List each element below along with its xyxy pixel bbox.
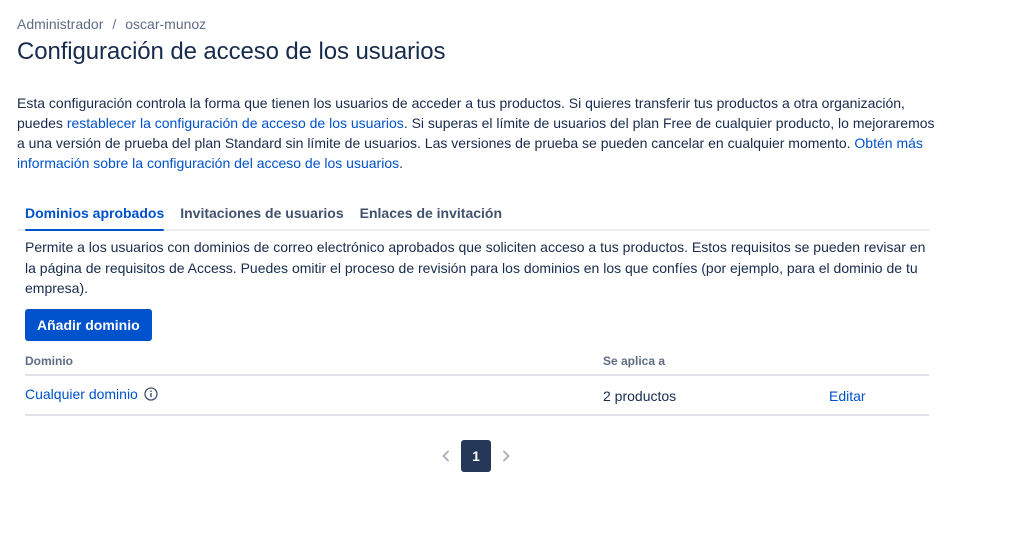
column-header-applies-to[interactable]: Se aplica a: [603, 354, 665, 368]
info-icon[interactable]: [144, 387, 158, 401]
next-page-button[interactable]: [493, 440, 519, 472]
domain-cell: Cualquier dominio: [25, 386, 158, 402]
edit-link[interactable]: Editar: [829, 388, 866, 404]
domain-link[interactable]: Cualquier dominio: [25, 386, 138, 402]
page-button-current[interactable]: 1: [461, 440, 491, 472]
domains-table: Dominio Se aplica a Cualquier dominio 2 …: [25, 350, 929, 416]
add-domain-button[interactable]: Añadir dominio: [25, 309, 152, 341]
breadcrumb: Administrador / oscar-munoz: [17, 16, 206, 32]
tab-description: Permite a los usuarios con dominios de c…: [25, 239, 926, 296]
previous-page-button[interactable]: [433, 440, 459, 472]
intro-paragraph: Esta configuración controla la forma que…: [17, 93, 942, 173]
intro-text-3: .: [399, 155, 403, 171]
pagination: 1: [433, 440, 519, 472]
tab-user-invitations[interactable]: Invitaciones de usuarios: [172, 203, 351, 227]
chevron-right-icon: [503, 450, 510, 462]
breadcrumb-item-organization[interactable]: oscar-munoz: [125, 16, 206, 32]
table-header: Dominio Se aplica a: [25, 350, 929, 376]
applies-to-cell: 2 productos: [603, 388, 677, 404]
tab-invite-links[interactable]: Enlaces de invitación: [352, 203, 510, 227]
column-header-domain[interactable]: Dominio: [25, 354, 73, 368]
table-row: Cualquier dominio 2 productos Editar: [25, 376, 929, 416]
tab-list: Dominios aprobados Invitaciones de usuar…: [17, 203, 929, 231]
breadcrumb-separator: /: [112, 16, 117, 32]
reset-access-settings-link[interactable]: restablecer la configuración de acceso d…: [67, 115, 404, 131]
chevron-left-icon: [442, 450, 449, 462]
page-title: Configuración de acceso de los usuarios: [17, 38, 446, 65]
breadcrumb-item-administrador[interactable]: Administrador: [17, 16, 103, 32]
tab-approved-domains[interactable]: Dominios aprobados: [17, 203, 172, 231]
